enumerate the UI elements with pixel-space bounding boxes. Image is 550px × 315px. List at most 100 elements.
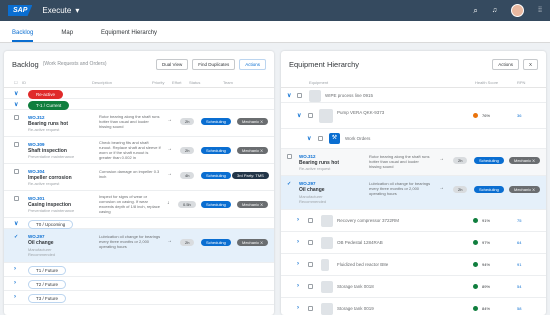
tree-row[interactable]: ∨ Pump VERA QKK-9373 76% 36: [281, 103, 546, 129]
equipment-actions-button[interactable]: Actions: [492, 58, 519, 70]
row-checkbox[interactable]: [308, 218, 313, 223]
chevron-right-icon[interactable]: ›: [297, 261, 299, 267]
status-badge[interactable]: Scheduling: [474, 186, 504, 193]
chevron-down-icon[interactable]: ∨: [14, 220, 18, 227]
row-checkbox[interactable]: [308, 113, 313, 118]
row-checkbox[interactable]: [318, 136, 323, 141]
tree-row[interactable]: › Storage tank 0018 89% 54: [281, 276, 546, 298]
tree-row[interactable]: › Fluidized bed reactor B8e 94% 91: [281, 254, 546, 276]
group-badge: T2 / Future: [28, 280, 67, 289]
equipment-name[interactable]: WIPE process line 0915: [325, 93, 373, 98]
team-badge[interactable]: Mechanic X: [237, 201, 268, 208]
row-checkbox[interactable]: [287, 154, 292, 159]
team-badge[interactable]: Mechanic X: [237, 239, 268, 246]
status-badge[interactable]: Scheduling: [474, 157, 504, 164]
tree-row-work-orders[interactable]: ∨ ⚒ Work Orders: [281, 129, 546, 149]
equipment-name[interactable]: Storage tank 0019: [337, 306, 374, 311]
table-row-selected[interactable]: ✓ WO.297 Oil change Manufacturer Recomme…: [281, 176, 546, 210]
equipment-thumbnail: [321, 215, 333, 227]
row-checkbox[interactable]: [14, 142, 19, 147]
tab-equipment-hierarchy[interactable]: Equipment Hierarchy: [101, 30, 157, 42]
find-duplicates-button[interactable]: Find Duplicates: [192, 58, 236, 70]
status-badge[interactable]: Scheduling: [201, 239, 231, 246]
chevron-right-icon[interactable]: ›: [14, 280, 16, 286]
group-badge: T1 / Future: [28, 266, 67, 275]
table-row[interactable]: WO.301 Casing inspection Preventative ma…: [4, 191, 274, 218]
tree-row[interactable]: ∨ WIPE process line 0915: [281, 88, 546, 103]
check-icon[interactable]: ✓: [14, 234, 18, 240]
chevron-down-icon[interactable]: ∨: [307, 135, 311, 142]
close-icon[interactable]: X: [522, 58, 538, 70]
chevron-down-icon[interactable]: ∨: [287, 92, 291, 99]
app-title-menu[interactable]: Execute ▾: [42, 6, 79, 15]
wrench-icon: ⚒: [329, 133, 340, 144]
row-checkbox[interactable]: [14, 196, 19, 201]
avatar[interactable]: [511, 4, 525, 17]
equipment-name[interactable]: OB Pedestal 1284RAB: [337, 240, 383, 245]
equipment-thumbnail: [321, 281, 333, 293]
tree-row[interactable]: › OB Pedestal 1284RAB 97% 64: [281, 232, 546, 254]
chevron-down-icon[interactable]: ∨: [297, 112, 301, 119]
group-row-t0-upcoming[interactable]: ∨ T0 / Upcoming: [4, 218, 274, 229]
chevron-right-icon[interactable]: ›: [14, 294, 16, 300]
wo-id-link[interactable]: WO.304: [28, 169, 45, 174]
chevron-right-icon[interactable]: ›: [297, 283, 299, 289]
equipment-name[interactable]: Pump VERA QKK-9373: [337, 110, 384, 115]
group-row-t3-future[interactable]: › T3 / Future: [4, 291, 274, 305]
team-badge[interactable]: Mechanic X: [237, 118, 268, 125]
team-badge[interactable]: Mechanic X: [237, 147, 268, 154]
chevron-right-icon[interactable]: ›: [14, 266, 16, 272]
chevron-down-icon[interactable]: ∨: [14, 90, 18, 97]
wo-id-link[interactable]: WO.297: [299, 181, 316, 186]
group-row-t1-future[interactable]: › T1 / Future: [4, 263, 274, 277]
chevron-right-icon[interactable]: ›: [297, 305, 299, 311]
team-badge[interactable]: Mechanic X: [509, 186, 540, 193]
wo-id-link[interactable]: WO.312: [299, 154, 316, 159]
tab-map[interactable]: Map: [61, 30, 73, 42]
health-score: 94%: [482, 262, 491, 267]
team-badge[interactable]: Mechanic X: [509, 157, 540, 164]
row-checkbox[interactable]: [308, 262, 313, 267]
equipment-name[interactable]: Storage tank 0018: [337, 284, 374, 289]
table-row[interactable]: WO.312 Bearing runs hot Re-active reques…: [4, 110, 274, 137]
status-badge[interactable]: Scheduling: [201, 147, 231, 154]
actions-button[interactable]: Actions: [239, 58, 266, 70]
wo-id-link[interactable]: WO.309: [28, 142, 45, 147]
equipment-name[interactable]: Recovery compressor 3722RM: [337, 218, 399, 223]
equipment-tree: ∨ WIPE process line 0915 ∨ Pump VERA QKK…: [281, 88, 546, 315]
bell-icon[interactable]: ♫: [492, 7, 497, 14]
grid-menu-icon[interactable]: ⁞⁞: [538, 7, 542, 14]
team-badge[interactable]: 3rd Party: TMS: [232, 172, 269, 179]
check-icon[interactable]: ✓: [287, 181, 291, 187]
row-checkbox[interactable]: [308, 284, 313, 289]
status-badge[interactable]: Scheduling: [201, 118, 231, 125]
row-checkbox[interactable]: [14, 169, 19, 174]
chevron-right-icon[interactable]: ›: [297, 217, 299, 223]
wo-id-link[interactable]: WO.301: [28, 196, 45, 201]
chevron-right-icon[interactable]: ›: [297, 239, 299, 245]
wo-id-link[interactable]: WO.297: [28, 234, 45, 239]
tree-row[interactable]: › Recovery compressor 3722RM 91% 75: [281, 210, 546, 232]
status-badge[interactable]: Scheduling: [201, 201, 231, 208]
chevron-down-icon[interactable]: ∨: [14, 101, 18, 108]
table-row-selected[interactable]: ✓ WO.297 Oil change Manufacturer Recomme…: [4, 229, 274, 263]
equipment-name[interactable]: Fluidized bed reactor B8e: [337, 262, 388, 267]
status-badge[interactable]: Scheduling: [201, 172, 231, 179]
search-icon[interactable]: ⌕: [473, 6, 477, 16]
effort-pill: 2h: [453, 157, 468, 164]
tab-backlog[interactable]: Backlog: [12, 30, 34, 42]
table-row[interactable]: WO.309 Shaft inspection Preventative mai…: [4, 137, 274, 164]
group-row-t1-current[interactable]: ∨ T-1 / Current: [4, 99, 274, 110]
table-row[interactable]: WO.304 Impeller corrosion Re-active requ…: [4, 164, 274, 191]
group-row-t2-future[interactable]: › T2 / Future: [4, 277, 274, 291]
row-checkbox[interactable]: [297, 93, 302, 98]
row-checkbox[interactable]: [308, 240, 313, 245]
row-checkbox[interactable]: [14, 115, 19, 120]
select-all-checkbox[interactable]: ☐: [14, 80, 22, 85]
wo-id-link[interactable]: WO.312: [28, 115, 45, 120]
tree-row[interactable]: › Storage tank 0019 84% 58: [281, 298, 546, 315]
table-row[interactable]: WO.312 Bearing runs hot Re-active reques…: [281, 149, 546, 176]
dual-view-button[interactable]: Dual View: [156, 58, 189, 70]
row-checkbox[interactable]: [308, 306, 313, 311]
group-row-reactive[interactable]: ∨ Re-active: [4, 88, 274, 99]
